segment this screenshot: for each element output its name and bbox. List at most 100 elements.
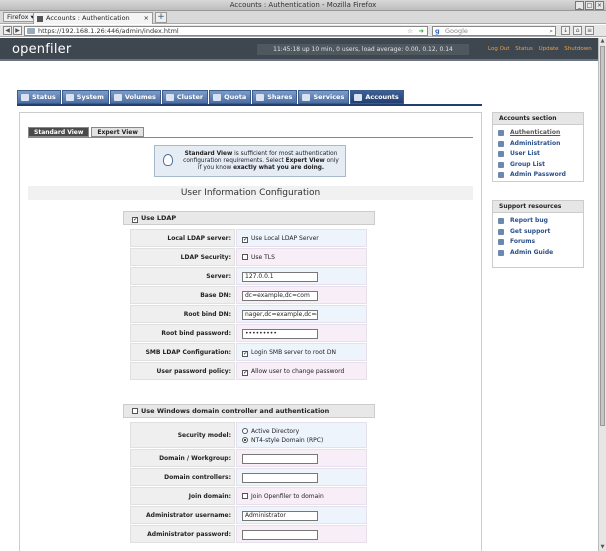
scroll-up-icon[interactable]: ▲	[599, 38, 606, 45]
home-button[interactable]: ⌂	[573, 26, 582, 35]
nt4-domain-radio[interactable]	[242, 437, 248, 443]
minimize-button[interactable]: _	[575, 1, 584, 10]
support-icon	[498, 228, 504, 235]
shares-icon	[256, 94, 265, 101]
lightbulb-icon	[163, 154, 173, 166]
domain-controllers-input[interactable]	[242, 472, 318, 483]
search-input[interactable]: g Google ⌕	[432, 26, 556, 36]
tab-system[interactable]: System	[61, 90, 109, 104]
go-arrow-icon[interactable]: ➜	[419, 27, 424, 35]
search-icon[interactable]: ⌕	[549, 27, 553, 35]
shutdown-link[interactable]: Shutdown	[564, 46, 591, 52]
admin-username-input[interactable]: Administrator	[242, 510, 318, 521]
new-tab-button[interactable]: +	[155, 12, 167, 23]
join-domain-checkbox[interactable]	[242, 493, 248, 499]
local-ldap-checkbox[interactable]: ✓	[242, 237, 248, 243]
admin-password-icon	[498, 172, 504, 178]
use-tls-checkbox[interactable]	[242, 254, 248, 260]
tab-accounts[interactable]: Accounts	[350, 90, 404, 104]
tab-quota[interactable]: Quota	[209, 90, 252, 104]
site-identity-icon[interactable]	[27, 28, 35, 34]
sidebar-item-admin-password[interactable]: Admin Password	[493, 170, 583, 181]
menu-button[interactable]: ≡	[585, 26, 594, 35]
field-value: •••••••••	[236, 324, 367, 342]
main-tabs: Status System Volumes Cluster Quota Shar…	[17, 90, 405, 104]
field-label: Root bind DN:	[130, 305, 235, 323]
update-link[interactable]: Update	[539, 46, 559, 52]
window-titlebar: Accounts : Authentication - Mozilla Fire…	[0, 0, 606, 11]
accounts-section-title: Accounts section	[493, 113, 583, 125]
sidebar-item-administration[interactable]: Administration	[493, 139, 583, 150]
field-value: ✓ Use Local LDAP Server	[236, 229, 367, 247]
authentication-icon	[498, 130, 504, 136]
form-row: Administrator username: Administrator	[130, 506, 367, 524]
sidebar-item-get-support[interactable]: Get support	[493, 227, 583, 238]
status-link[interactable]: Status	[515, 46, 533, 52]
form-row: Security model: Active Directory NT4-sty…	[130, 422, 367, 448]
forward-button[interactable]: ▶	[13, 26, 22, 35]
admin-password-input[interactable]	[242, 529, 318, 540]
scrollbar-thumb[interactable]	[600, 46, 605, 426]
sidebar-item-authentication[interactable]: Authentication	[493, 128, 583, 139]
google-engine-icon[interactable]: g	[435, 27, 440, 35]
base-dn-input[interactable]: dc=example,dc=com	[242, 290, 318, 301]
page-title: User Information Configuration	[28, 186, 473, 200]
tab-expert-view[interactable]: Expert View	[91, 127, 144, 137]
administration-icon	[498, 140, 504, 147]
field-label: Base DN:	[130, 286, 235, 304]
browser-navbar: ◀ ▶ https://192.168.1.26:446/admin/index…	[0, 25, 606, 37]
browser-tabbar: Firefox ▾ Accounts : Authentication × +	[0, 11, 606, 24]
tab-shares[interactable]: Shares	[252, 90, 298, 104]
field-value: Use TLS	[236, 248, 367, 266]
field-label: Server:	[130, 267, 235, 285]
close-button[interactable]: ×	[595, 1, 604, 10]
support-resources-box: Support resources Report bug Get support…	[492, 200, 584, 268]
use-windows-domain-checkbox[interactable]	[132, 408, 138, 414]
maximize-button[interactable]: □	[585, 1, 594, 10]
domain-workgroup-input[interactable]	[242, 453, 318, 464]
view-tabs: Standard View Expert View	[28, 127, 146, 137]
field-label: Administrator username:	[130, 506, 235, 524]
bookmark-star-icon[interactable]: ☆	[407, 27, 413, 35]
back-button[interactable]: ◀	[3, 26, 12, 35]
use-ldap-checkbox[interactable]: ✓	[132, 217, 138, 223]
root-bind-dn-input[interactable]: nager,dc=example,dc=com	[242, 309, 318, 320]
support-section-title: Support resources	[493, 201, 583, 213]
sidebar-item-report-bug[interactable]: Report bug	[493, 216, 583, 227]
page-favicon-icon	[37, 16, 43, 22]
tab-services[interactable]: Services	[298, 90, 350, 104]
allow-password-change-checkbox[interactable]: ✓	[242, 370, 248, 376]
form-row: Join domain: Join Openfiler to domain	[130, 487, 367, 505]
root-bind-password-input[interactable]: •••••••••	[242, 328, 318, 339]
field-label: Domain controllers:	[130, 468, 235, 486]
field-value: Administrator	[236, 506, 367, 524]
browser-tab-title: Accounts : Authentication	[46, 14, 130, 22]
tab-status[interactable]: Status	[17, 90, 61, 104]
url-bar[interactable]: https://192.168.1.26:446/admin/index.htm…	[24, 26, 428, 36]
field-value: ✓ Allow user to change password	[236, 362, 367, 380]
active-directory-radio[interactable]	[242, 428, 248, 434]
browser-tab[interactable]: Accounts : Authentication ×	[33, 12, 153, 24]
accounts-section-box: Accounts section Authentication Administ…	[492, 112, 584, 182]
tab-cluster[interactable]: Cluster	[161, 90, 209, 104]
scroll-down-icon[interactable]: ▼	[599, 544, 606, 551]
field-value	[236, 468, 367, 486]
tab-volumes[interactable]: Volumes	[109, 90, 161, 104]
sidebar-item-user-list[interactable]: User List	[493, 149, 583, 160]
field-value: Active Directory NT4-style Domain (RPC)	[236, 422, 367, 448]
form-row: User password policy: ✓ Allow user to cha…	[130, 362, 367, 380]
sidebar-item-admin-guide[interactable]: Admin Guide	[493, 248, 583, 259]
sidebar-item-group-list[interactable]: Group List	[493, 160, 583, 171]
page-scrollbar[interactable]: ▲ ▼	[598, 38, 606, 551]
download-button[interactable]: ↓	[561, 26, 570, 35]
field-label: Security model:	[130, 422, 235, 448]
form-row: Base DN: dc=example,dc=com	[130, 286, 367, 304]
smb-login-checkbox[interactable]: ✓	[242, 351, 248, 357]
server-input[interactable]: 127.0.0.1	[242, 271, 318, 282]
openfiler-logo: openfiler	[12, 42, 72, 57]
sidebar-item-forums[interactable]: Forums	[493, 237, 583, 248]
close-tab-icon[interactable]: ×	[144, 13, 149, 24]
tab-standard-view[interactable]: Standard View	[28, 127, 90, 137]
header-links: Log Out Status Update Shutdown	[488, 46, 596, 52]
logout-link[interactable]: Log Out	[488, 46, 510, 52]
